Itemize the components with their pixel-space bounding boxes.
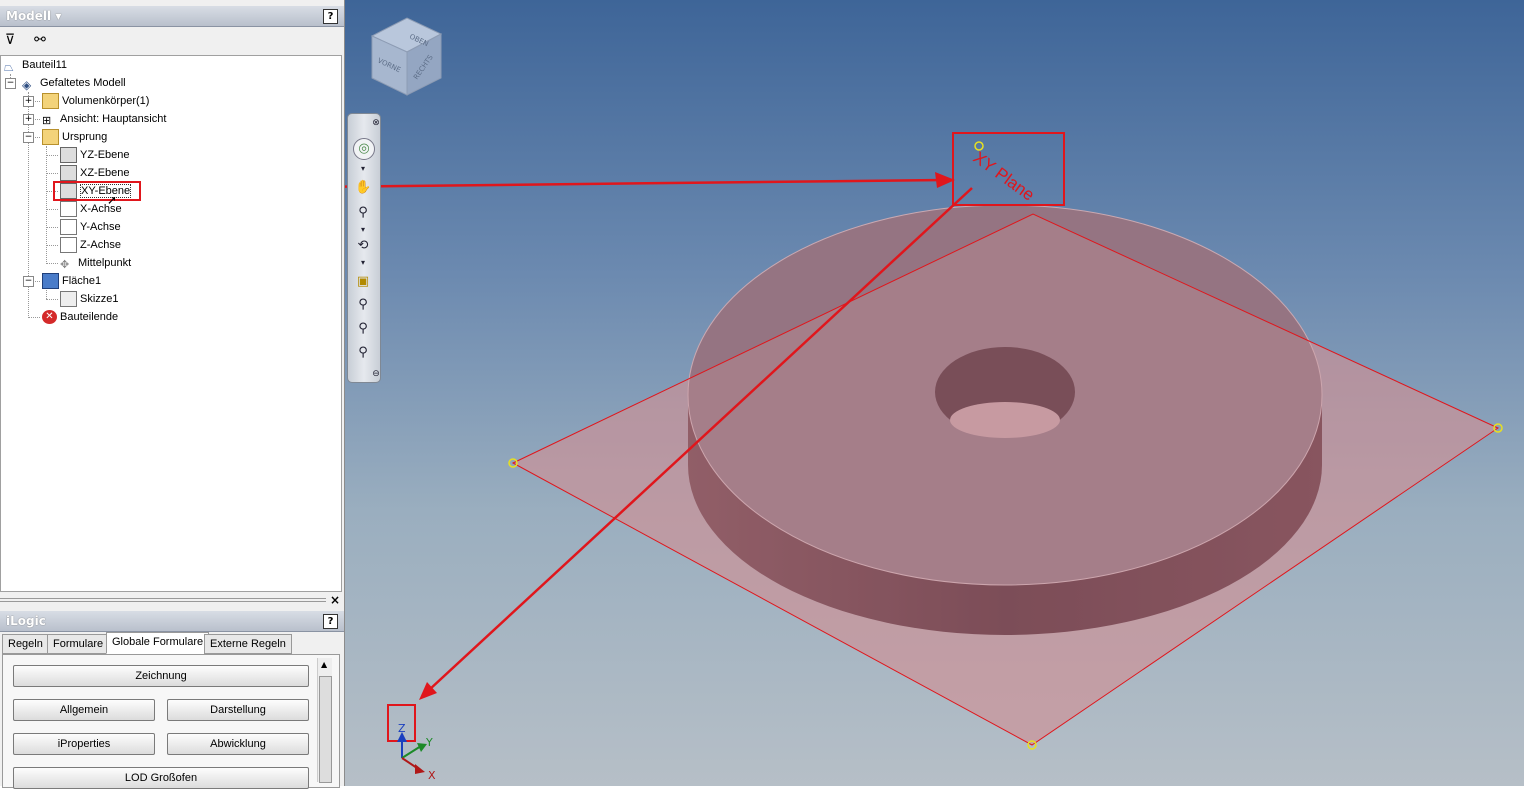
tab-forms[interactable]: Formulare bbox=[47, 634, 110, 654]
part-icon: ⏢ bbox=[4, 60, 14, 75]
mouse-cursor-icon: ➚ bbox=[107, 193, 118, 207]
scrollbar-thumb[interactable] bbox=[319, 676, 332, 783]
plane-icon bbox=[60, 165, 77, 182]
tree-item-sketch1[interactable]: Skizze1 bbox=[60, 290, 119, 308]
ilogic-tabs: Regeln Formulare Globale Formulare Exter… bbox=[2, 632, 342, 654]
annotation-highlight-box bbox=[53, 181, 141, 201]
zoom-icon[interactable]: ⚲ bbox=[355, 205, 371, 221]
customize-icon[interactable]: ⊖ bbox=[368, 366, 384, 382]
panel-splitter[interactable]: × bbox=[0, 593, 344, 608]
ilogic-panel-title: iLogic bbox=[6, 614, 46, 628]
abwicklung-button[interactable]: Abwicklung bbox=[167, 733, 309, 755]
filter-icon[interactable]: ⊽ bbox=[2, 32, 18, 48]
sketch-icon bbox=[60, 291, 77, 308]
orbit-icon[interactable]: ⟲ bbox=[355, 238, 371, 254]
svg-text:Y: Y bbox=[425, 736, 433, 749]
xy-plane-outline bbox=[511, 213, 1500, 746]
folded-model-icon: ◈ bbox=[22, 78, 32, 93]
view-cube[interactable]: OBEN VORNE RECHTS bbox=[370, 17, 443, 96]
model-toolbar: ⊽ ⚯ bbox=[0, 28, 342, 52]
dropdown-arrow-icon[interactable]: ▾ bbox=[355, 161, 371, 177]
tree-item-xz-plane[interactable]: XZ-Ebene bbox=[60, 164, 130, 182]
browser-pane: Modell ▾ ? ⊽ ⚯ ⏢ Bauteil11 − ◈ Gefaltetes … bbox=[0, 0, 345, 789]
open-folder-icon bbox=[42, 129, 59, 146]
tree-item-face1[interactable]: Fläche1 bbox=[42, 272, 101, 290]
look-at-icon[interactable]: ▣ bbox=[355, 274, 371, 290]
zoom-window-icon[interactable]: ⚲ bbox=[355, 321, 371, 337]
model-tree: ⏢ Bauteil11 − ◈ Gefaltetes Modell + Volume… bbox=[0, 55, 342, 592]
center-point-icon: ✥ bbox=[60, 259, 70, 272]
dropdown-arrow-icon[interactable]: ▾ bbox=[355, 222, 371, 238]
model-panel-header[interactable]: Modell ▾ ? bbox=[0, 6, 344, 27]
graphics-viewport[interactable]: XY Plane OBEN VORNE RECHTS Z Y X ⊗ ◎ ▾ ✋… bbox=[345, 0, 1524, 786]
find-binoculars-icon[interactable]: ⚯ bbox=[32, 32, 48, 48]
svg-text:X: X bbox=[428, 769, 436, 782]
zeichnung-button[interactable]: Zeichnung bbox=[13, 665, 309, 687]
tree-item-y-axis[interactable]: Y-Achse bbox=[60, 218, 121, 236]
close-icon[interactable]: ⊗ bbox=[368, 115, 384, 131]
collapse-icon[interactable]: − bbox=[23, 276, 34, 287]
dropdown-arrow-icon[interactable]: ▾ bbox=[355, 255, 371, 271]
coordinate-triad: Z Y X bbox=[397, 722, 436, 782]
axis-icon bbox=[60, 219, 77, 236]
zoom-selected-icon[interactable]: ⚲ bbox=[355, 345, 371, 361]
darstellung-button[interactable]: Darstellung bbox=[167, 699, 309, 721]
ilogic-panel-header: iLogic ? bbox=[0, 611, 344, 632]
close-icon[interactable]: × bbox=[330, 593, 340, 607]
tab-global-forms[interactable]: Globale Formulare bbox=[106, 632, 210, 654]
tree-item-folded-model[interactable]: ◈ Gefaltetes Modell bbox=[22, 74, 126, 92]
svg-text:Z: Z bbox=[398, 722, 406, 735]
scroll-up-icon[interactable]: ▲ bbox=[321, 660, 327, 669]
global-forms-list: Zeichnung Allgemein Darstellung iPropert… bbox=[2, 654, 340, 789]
tree-item-center-point[interactable]: ✥ Mittelpunkt bbox=[60, 254, 131, 272]
plane-icon bbox=[60, 147, 77, 164]
folder-icon bbox=[42, 93, 59, 110]
plane-label: XY Plane bbox=[970, 148, 1038, 205]
tab-rules[interactable]: Regeln bbox=[2, 634, 49, 654]
model-panel-title[interactable]: Modell ▾ bbox=[6, 9, 61, 23]
tree-item-bauteil11[interactable]: ⏢ Bauteil11 bbox=[4, 56, 67, 74]
axis-icon bbox=[60, 237, 77, 254]
steering-wheel-icon[interactable]: ◎ bbox=[353, 138, 375, 160]
face-feature-icon bbox=[42, 273, 59, 290]
iproperties-button[interactable]: iProperties bbox=[13, 733, 155, 755]
help-icon[interactable]: ? bbox=[323, 9, 338, 24]
annotation-arrow-1 bbox=[345, 178, 944, 188]
allgemein-button[interactable]: Allgemein bbox=[13, 699, 155, 721]
zoom-all-icon[interactable]: ⚲ bbox=[355, 297, 371, 313]
expand-icon[interactable]: + bbox=[23, 96, 34, 107]
tree-item-yz-plane[interactable]: YZ-Ebene bbox=[60, 146, 130, 164]
tree-item-origin[interactable]: Ursprung bbox=[42, 128, 107, 146]
collapse-icon[interactable]: − bbox=[5, 78, 16, 89]
tree-item-z-axis[interactable]: Z-Achse bbox=[60, 236, 121, 254]
expand-icon[interactable]: + bbox=[23, 114, 34, 125]
view-rep-icon: ⊞ bbox=[42, 115, 52, 128]
tree-item-view[interactable]: ⊞ Ansicht: Hauptansicht bbox=[42, 110, 166, 128]
model-scene: XY Plane OBEN VORNE RECHTS Z Y X bbox=[345, 17, 1503, 782]
end-of-part-icon: ✕ bbox=[42, 310, 57, 325]
axis-icon bbox=[60, 201, 77, 218]
tree-item-end-of-part[interactable]: ✕ Bauteilende bbox=[42, 308, 118, 326]
tab-external-rules[interactable]: Externe Regeln bbox=[204, 634, 292, 654]
pan-hand-icon[interactable]: ✋ bbox=[355, 180, 371, 196]
navigation-bar: ⊗ ◎ ▾ ✋ ⚲ ▾ ⟲ ▾ ▣ ⚲ ⚲ ⚲ ⊖ bbox=[347, 113, 381, 383]
help-icon[interactable]: ? bbox=[323, 614, 338, 629]
collapse-icon[interactable]: − bbox=[23, 132, 34, 143]
tree-item-solid-bodies[interactable]: Volumenkörper(1) bbox=[42, 92, 149, 110]
vertical-scrollbar[interactable]: ▲ bbox=[317, 658, 332, 783]
